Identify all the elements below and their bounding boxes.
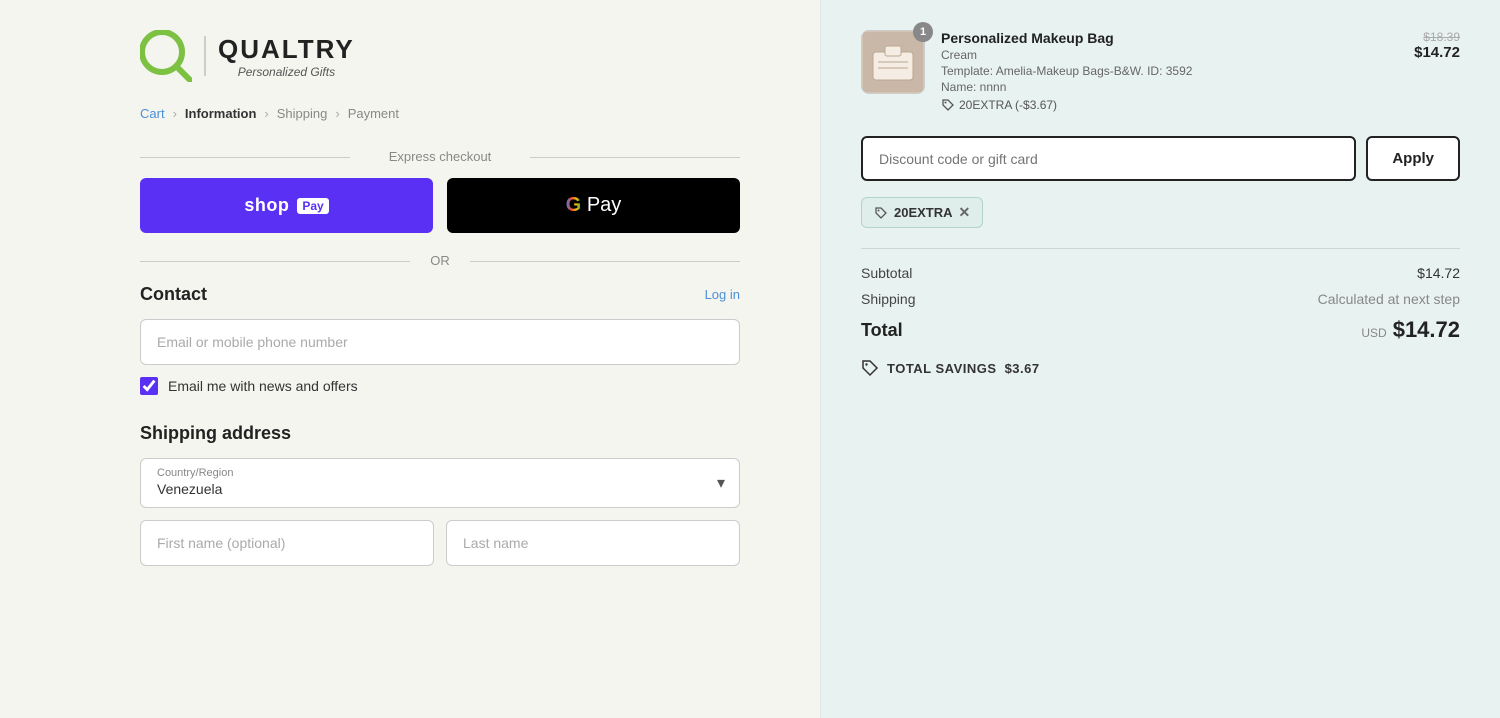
product-person: Name: nnnn (941, 80, 1398, 94)
express-checkout-label: Express checkout (140, 149, 740, 164)
savings-label: TOTAL SAVINGS (887, 361, 997, 376)
product-template: Template: Amelia-Makeup Bags-B&W. ID: 35… (941, 64, 1398, 78)
product-thumbnail-svg (863, 32, 923, 92)
first-name-field[interactable] (140, 520, 434, 566)
product-details: Personalized Makeup Bag Cream Template: … (941, 30, 1398, 112)
or-divider: OR (140, 253, 740, 268)
currency-label: USD (1361, 326, 1386, 340)
active-discount-code: 20EXTRA (894, 205, 953, 220)
shop-pay-box: Pay (297, 198, 328, 214)
product-prices: $18.39 $14.72 (1414, 30, 1460, 62)
contact-title: Contact (140, 284, 207, 305)
price-current: $14.72 (1414, 44, 1460, 61)
remove-discount-button[interactable]: ✕ (959, 204, 971, 221)
brand-name: QUALTRY (218, 34, 355, 65)
chevron-down-icon: ▾ (717, 473, 725, 493)
breadcrumb-shipping: Shipping (277, 106, 328, 121)
left-panel: QUALTRY Personalized Gifts Cart › Inform… (0, 0, 820, 718)
product-discount-code: 20EXTRA (-$3.67) (959, 98, 1057, 112)
product-item: 1 Personalized Makeup Bag Cream Template… (861, 30, 1460, 112)
quantity-badge: 1 (913, 22, 933, 42)
shipping-row: Shipping Calculated at next step (861, 291, 1460, 307)
email-field[interactable] (140, 319, 740, 365)
shipping-value: Calculated at next step (1318, 291, 1460, 307)
right-panel: 1 Personalized Makeup Bag Cream Template… (820, 0, 1500, 718)
grand-total-label: Total (861, 320, 903, 341)
newsletter-row: Email me with news and offers (140, 377, 740, 395)
contact-section: Contact Log in Email me with news and of… (140, 284, 740, 395)
shipping-title: Shipping address (140, 423, 740, 444)
savings-value: $3.67 (1005, 361, 1040, 376)
subtotal-value: $14.72 (1417, 265, 1460, 281)
product-image-wrap: 1 (861, 30, 925, 94)
last-name-field[interactable] (446, 520, 740, 566)
subtotal-label: Subtotal (861, 265, 912, 281)
breadcrumb-sep-3: › (335, 106, 339, 121)
logo-text-block: QUALTRY Personalized Gifts (218, 34, 355, 79)
grand-total-value: USD $14.72 (1361, 317, 1460, 343)
logo-area: QUALTRY Personalized Gifts (140, 30, 740, 82)
shipping-label: Shipping (861, 291, 916, 307)
grand-total-row: Total USD $14.72 (861, 317, 1460, 343)
contact-header: Contact Log in (140, 284, 740, 305)
express-buttons: shop Pay G Pay (140, 178, 740, 233)
price-original: $18.39 (1414, 30, 1460, 44)
shipping-address-section: Shipping address Country/Region Venezuel… (140, 423, 740, 566)
apply-button[interactable]: Apply (1366, 136, 1460, 181)
qualtry-logo-icon (140, 30, 192, 82)
breadcrumb-sep-2: › (264, 106, 268, 121)
country-label: Country/Region (157, 467, 699, 479)
subtotal-row: Subtotal $14.72 (861, 265, 1460, 281)
breadcrumb-information: Information (185, 106, 257, 121)
savings-tag-icon (861, 359, 879, 377)
logo-divider (204, 36, 206, 76)
savings-row: TOTAL SAVINGS $3.67 (861, 359, 1460, 377)
active-discount-badge: 20EXTRA ✕ (861, 197, 983, 228)
login-link[interactable]: Log in (705, 287, 740, 302)
name-row (140, 520, 740, 566)
product-variant: Cream (941, 48, 1398, 62)
totals-section: Subtotal $14.72 Shipping Calculated at n… (861, 248, 1460, 307)
gpay-g-letter: G (566, 194, 582, 217)
breadcrumb-payment: Payment (348, 106, 399, 121)
breadcrumb-cart[interactable]: Cart (140, 106, 165, 121)
gpay-pay-text: Pay (581, 194, 621, 217)
shop-pay-button[interactable]: shop Pay (140, 178, 433, 233)
breadcrumb-sep-1: › (173, 106, 177, 121)
product-discount-tag: 20EXTRA (-$3.67) (941, 98, 1398, 112)
discount-tag-icon (874, 206, 888, 220)
newsletter-checkbox[interactable] (140, 377, 158, 395)
grand-price: $14.72 (1393, 317, 1460, 343)
discount-code-input[interactable] (861, 136, 1356, 181)
breadcrumb: Cart › Information › Shipping › Payment (140, 106, 740, 121)
brand-tagline: Personalized Gifts (218, 65, 355, 79)
tag-icon (941, 98, 955, 112)
shop-pay-text: shop (244, 195, 289, 216)
product-name: Personalized Makeup Bag (941, 30, 1398, 46)
newsletter-label: Email me with news and offers (168, 378, 358, 394)
country-value: Venezuela (157, 481, 222, 497)
google-pay-button[interactable]: G Pay (447, 178, 740, 233)
product-image (861, 30, 925, 94)
discount-area: Apply (861, 136, 1460, 181)
country-select-wrapper[interactable]: Country/Region Venezuela ▾ (140, 458, 740, 508)
